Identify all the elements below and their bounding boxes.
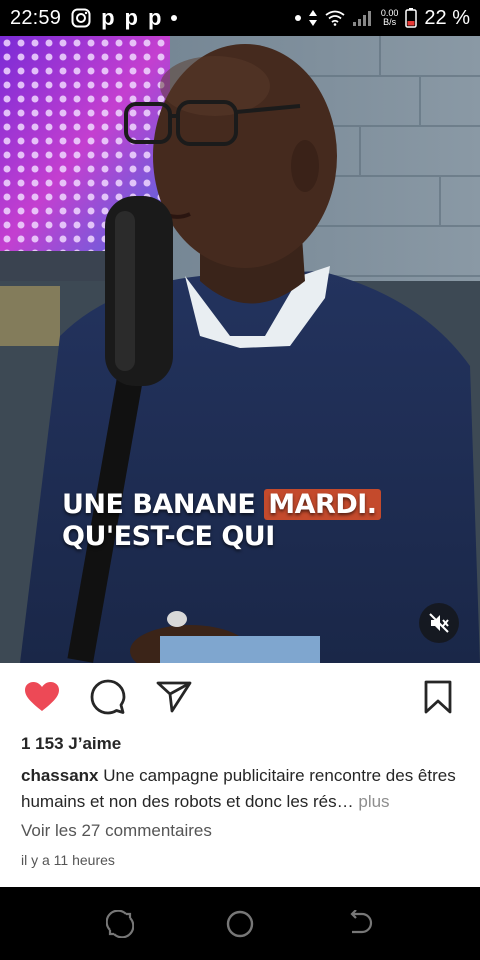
comment-button[interactable] [90, 679, 126, 715]
view-comments-link[interactable]: Voir les 27 commentaires [21, 821, 212, 841]
home-button[interactable] [225, 909, 255, 939]
p-icon: p [101, 5, 115, 30]
status-left: 22:59 p p p [10, 5, 178, 30]
back-button[interactable] [345, 909, 375, 939]
caption-line2: QU'EST-CE QUI [62, 521, 275, 552]
bookmark-icon [424, 680, 452, 714]
p-icon: p [147, 5, 162, 30]
wifi-icon [325, 10, 345, 26]
like-button[interactable] [24, 679, 60, 715]
send-icon [156, 681, 192, 713]
more-link[interactable]: plus [358, 792, 389, 811]
recents-button[interactable] [105, 909, 135, 939]
action-bar [0, 663, 480, 729]
speaker-muted-icon [429, 613, 449, 633]
battery-icon [405, 8, 418, 28]
instagram-icon [71, 8, 91, 28]
data-arrows-icon [308, 9, 318, 27]
video-player[interactable]: UNE BANANE MARDI. QU'EST-CE QUI [0, 36, 480, 663]
signal-icon [352, 9, 374, 27]
likes-count[interactable]: 1 153 J’aime [21, 734, 121, 754]
mute-button[interactable] [419, 603, 459, 643]
post-caption: chassanx Une campagne publicitaire renco… [21, 763, 461, 815]
dot-icon [171, 15, 178, 21]
share-button[interactable] [156, 679, 192, 715]
home-icon [226, 910, 254, 938]
heart-icon [25, 682, 59, 711]
video-caption: UNE BANANE MARDI. QU'EST-CE QUI [62, 489, 381, 553]
caption-highlight: MARDI. [264, 489, 381, 520]
back-icon [350, 910, 373, 934]
video-frame [0, 36, 480, 663]
recents-icon [106, 910, 134, 938]
status-bar: 22:59 p p p 0.00 B/s 22 % [0, 0, 480, 36]
net-speed-unit: B/s [383, 17, 397, 27]
net-speed: 0.00 B/s [381, 9, 399, 27]
system-nav-bar [0, 887, 480, 960]
status-right: 0.00 B/s 22 % [294, 6, 470, 30]
p-icon: p [124, 5, 138, 30]
post-details: 1 153 J’aime chassanx Une campagne publi… [0, 663, 480, 887]
post-timestamp: il y a 11 heures [21, 852, 115, 868]
caption-line1-pre: UNE BANANE [62, 489, 265, 520]
dot-icon [294, 15, 301, 21]
status-time: 22:59 [10, 6, 62, 29]
battery-percent: 22 % [424, 6, 470, 29]
post-username[interactable]: chassanx [21, 766, 99, 785]
comment-icon [90, 679, 126, 715]
save-button[interactable] [420, 679, 456, 715]
